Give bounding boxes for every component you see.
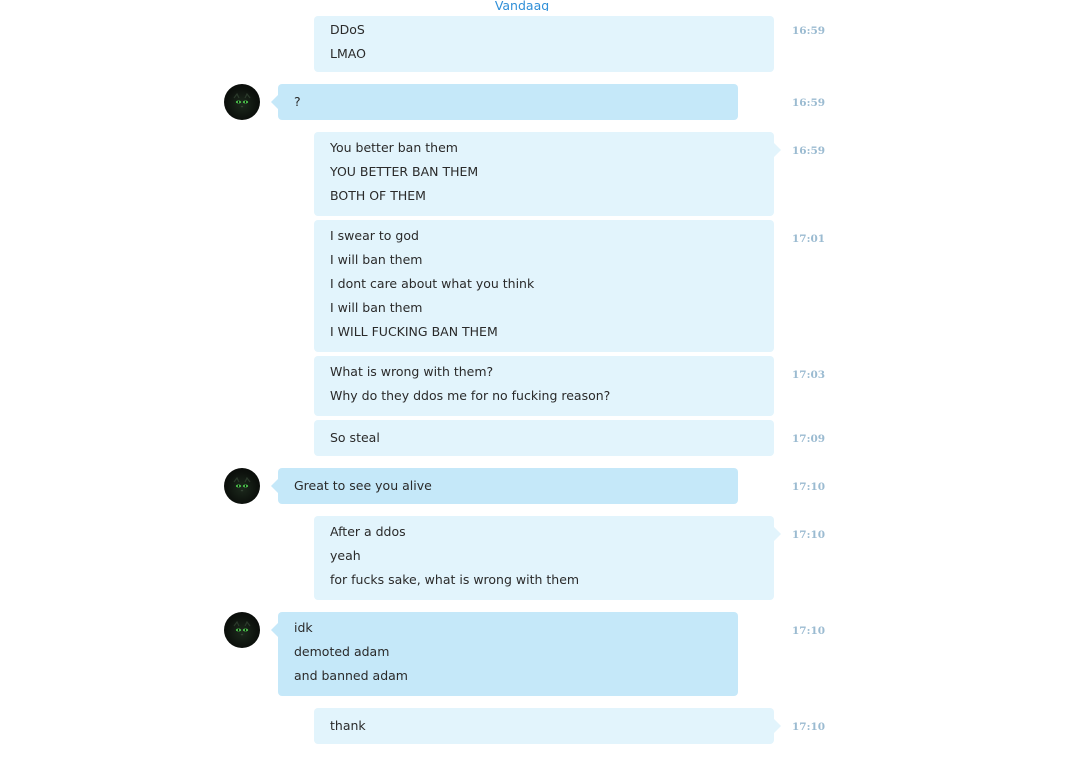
message-line: So steal: [330, 430, 380, 445]
message-timestamp: 17:10: [792, 721, 826, 733]
message-line: DDoS: [330, 22, 365, 37]
message-line: After a ddos: [330, 524, 406, 539]
message-line: thank: [330, 718, 366, 733]
message-line: for fucks sake, what is wrong with them: [330, 572, 580, 587]
message-bubble-incoming: Great to see you alive: [271, 468, 738, 504]
message-line: ?: [294, 94, 301, 109]
message-line: and banned adam: [294, 668, 408, 683]
message-line: Why do they ddos me for no fucking reaso…: [330, 388, 611, 403]
message-bubble-outgoing: thank: [314, 708, 781, 744]
message-line: Great to see you alive: [294, 478, 432, 493]
message-timestamp: 17:03: [792, 369, 826, 381]
message-bubble-outgoing: You better ban them YOU BETTER BAN THEM …: [314, 132, 781, 216]
contact-avatar[interactable]: [224, 612, 260, 648]
message-timestamp: 17:10: [792, 529, 826, 541]
message-timestamp: 16:59: [792, 97, 826, 109]
message-bubble-outgoing: What is wrong with them? Why do they ddo…: [314, 356, 774, 416]
message-line: BOTH OF THEM: [330, 188, 426, 203]
message-line: What is wrong with them?: [330, 364, 494, 379]
message-timestamp: 17:09: [792, 433, 826, 445]
message-bubble-incoming: ?: [271, 84, 738, 120]
contact-avatar[interactable]: [224, 468, 260, 504]
message-bubble-incoming: idk demoted adam and banned adam: [271, 612, 738, 696]
message-line: I will ban them: [330, 300, 423, 315]
message-bubble-outgoing: DDoS LMAO: [314, 16, 774, 72]
message-timestamp: 17:01: [792, 233, 826, 245]
date-separator: Vandaag: [494, 0, 550, 11]
message-line: LMAO: [330, 46, 366, 61]
message-bubble-outgoing: After a ddos yeah for fucks sake, what i…: [314, 516, 781, 600]
message-line: You better ban them: [330, 140, 458, 155]
cat-eyes-avatar-icon: [233, 620, 251, 636]
message-line: yeah: [330, 548, 361, 563]
message-timestamp: 16:59: [792, 145, 826, 157]
contact-avatar[interactable]: [224, 84, 260, 120]
cat-eyes-avatar-icon: [233, 476, 251, 492]
message-line: YOU BETTER BAN THEM: [330, 164, 479, 179]
message-bubble-outgoing: So steal: [314, 420, 774, 456]
cat-eyes-avatar-icon: [233, 92, 251, 108]
message-timestamp: 17:10: [792, 481, 826, 493]
message-line: I swear to god: [330, 228, 419, 243]
message-timestamp: 16:59: [792, 25, 826, 37]
message-line: I WILL FUCKING BAN THEM: [330, 324, 498, 339]
message-line: idk: [294, 620, 313, 635]
message-timestamp: 17:10: [792, 625, 826, 637]
message-bubble-outgoing: I swear to god I will ban them I dont ca…: [314, 220, 774, 352]
message-line: demoted adam: [294, 644, 390, 659]
message-line: I dont care about what you think: [330, 276, 535, 291]
message-line: I will ban them: [330, 252, 423, 267]
